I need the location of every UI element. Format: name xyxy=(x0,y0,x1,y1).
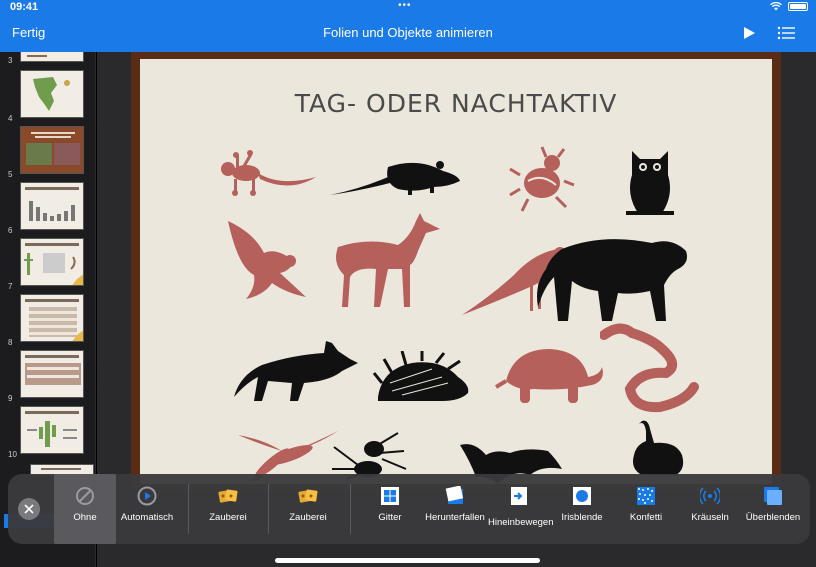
transition-option-grid[interactable]: Gitter xyxy=(360,474,420,544)
slide-number: 10 xyxy=(8,450,17,459)
separator xyxy=(350,484,351,534)
slide[interactable]: TAG- ODER NACHTAKTIV xyxy=(140,59,772,484)
owl-icon[interactable] xyxy=(618,147,682,219)
ripple-icon xyxy=(700,487,720,505)
home-indicator[interactable] xyxy=(275,558,540,563)
transition-label: Automatisch xyxy=(120,512,174,523)
hawk-icon[interactable] xyxy=(224,217,314,307)
list-icon[interactable] xyxy=(777,26,795,40)
slide-number: 5 xyxy=(8,170,13,179)
slide-number: 9 xyxy=(8,394,13,403)
separator xyxy=(188,484,189,534)
grid-icon xyxy=(381,487,399,505)
magic-move-icon xyxy=(218,489,238,503)
fall-icon xyxy=(445,486,464,504)
spider-icon[interactable] xyxy=(328,429,408,479)
transition-label: Konfetti xyxy=(629,512,663,523)
transition-option-magic-move-2[interactable]: Zauberei xyxy=(278,474,338,544)
magic-move-icon xyxy=(298,489,318,503)
slide-number: 3 xyxy=(8,56,13,65)
transition-label: Hineinbewegen xyxy=(488,517,554,528)
transition-label: Zauberei xyxy=(289,512,327,523)
rat-icon[interactable] xyxy=(328,153,463,199)
slide-frame: TAG- ODER NACHTAKTIV xyxy=(131,52,781,492)
transition-label: Ohne xyxy=(73,512,97,523)
slide-number: 7 xyxy=(8,282,13,291)
beetle-icon[interactable] xyxy=(506,145,576,215)
transition-option-ripple[interactable]: Kräuseln xyxy=(680,474,740,544)
panther-icon[interactable] xyxy=(532,229,692,329)
slide-number: 8 xyxy=(8,338,13,347)
close-icon xyxy=(24,504,34,514)
transition-option-move-in[interactable]: Hineinbewegen xyxy=(488,474,554,544)
multitask-dots-icon[interactable]: ••• xyxy=(398,0,412,11)
deer-icon[interactable] xyxy=(328,207,443,317)
fox-icon[interactable] xyxy=(232,337,362,405)
close-button[interactable] xyxy=(18,498,40,520)
transition-label: Gitter xyxy=(378,512,402,523)
transition-option-fall[interactable]: Herunterfallen xyxy=(422,474,488,544)
slide-title[interactable]: TAG- ODER NACHTAKTIV xyxy=(140,89,772,118)
page-title: Folien und Objekte animieren xyxy=(323,25,493,40)
transition-label: Kräuseln xyxy=(691,512,729,523)
transition-label: Herunterfallen xyxy=(425,512,485,523)
status-time: 09:41 xyxy=(10,1,39,13)
transition-option-dissolve[interactable]: Überblenden xyxy=(742,474,804,544)
porcupine-icon[interactable] xyxy=(372,351,472,407)
slide-number: 6 xyxy=(8,226,13,235)
dissolve-icon xyxy=(764,487,782,505)
transition-option-auto[interactable]: Automatisch xyxy=(118,474,176,544)
turtle-icon[interactable] xyxy=(494,341,604,411)
transition-picker: Ohne Automatisch Zauberei Zauberei Gitte… xyxy=(8,474,810,544)
transition-label: Irisblende xyxy=(561,512,603,523)
status-bar: 09:41 ••• xyxy=(0,0,816,14)
snake-icon[interactable] xyxy=(600,323,700,419)
dragonfly-icon[interactable] xyxy=(232,425,342,481)
play-circle-icon xyxy=(137,486,157,506)
confetti-icon xyxy=(637,487,655,505)
transition-label: Überblenden xyxy=(745,512,801,523)
transition-option-iris[interactable]: Irisblende xyxy=(554,474,610,544)
wifi-icon xyxy=(770,2,782,11)
navigation-bar: Fertig Folien und Objekte animieren xyxy=(0,14,816,52)
transition-label: Zauberei xyxy=(209,512,247,523)
battery-icon xyxy=(788,2,808,11)
play-icon[interactable] xyxy=(742,26,756,40)
iris-icon xyxy=(573,487,591,505)
separator xyxy=(268,484,269,534)
transition-option-none[interactable]: Ohne xyxy=(54,474,116,544)
slide-number: 4 xyxy=(8,114,13,123)
rabbit-icon[interactable] xyxy=(620,419,690,479)
gecko-icon[interactable] xyxy=(220,147,320,203)
transition-option-confetti[interactable]: Konfetti xyxy=(616,474,676,544)
none-icon xyxy=(76,487,94,505)
transition-option-magic-move[interactable]: Zauberei xyxy=(198,474,258,544)
move-in-icon xyxy=(511,487,527,505)
